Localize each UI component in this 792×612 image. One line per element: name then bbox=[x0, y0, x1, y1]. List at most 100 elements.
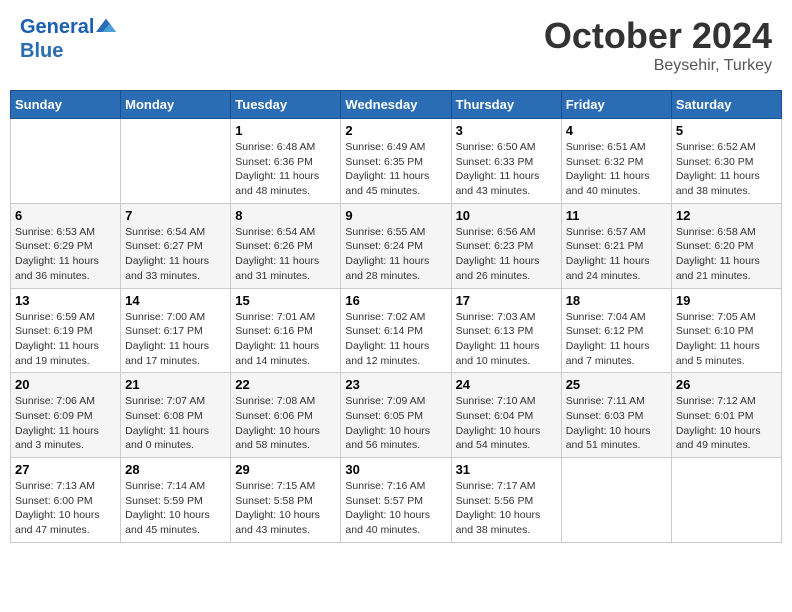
day-number: 8 bbox=[235, 208, 336, 223]
week-row-3: 13 Sunrise: 6:59 AM Sunset: 6:19 PM Dayli… bbox=[11, 288, 782, 373]
day-info: Sunrise: 7:17 AM Sunset: 5:56 PM Dayligh… bbox=[456, 479, 557, 538]
day-number: 28 bbox=[125, 462, 226, 477]
day-info: Sunrise: 7:07 AM Sunset: 6:08 PM Dayligh… bbox=[125, 394, 226, 453]
calendar-table: SundayMondayTuesdayWednesdayThursdayFrid… bbox=[10, 90, 782, 543]
calendar-cell bbox=[561, 458, 671, 543]
calendar-cell bbox=[671, 458, 781, 543]
calendar-cell: 20Sunrise: 7:06 AM Sunset: 6:09 PM Dayli… bbox=[11, 373, 121, 458]
calendar-cell: 21Sunrise: 7:07 AM Sunset: 6:08 PM Dayli… bbox=[121, 373, 231, 458]
week-row-1: 1 Sunrise: 6:48 AM Sunset: 6:36 PM Daylig… bbox=[11, 119, 782, 204]
calendar-cell: 30 Sunrise: 7:16 AM Sunset: 5:57 PM Dayli… bbox=[341, 458, 451, 543]
week-row-5: 27 Sunrise: 7:13 AM Sunset: 6:00 PM Dayli… bbox=[11, 458, 782, 543]
week-row-4: 20Sunrise: 7:06 AM Sunset: 6:09 PM Dayli… bbox=[11, 373, 782, 458]
day-number: 5 bbox=[676, 123, 777, 138]
day-number: 11 bbox=[566, 208, 667, 223]
logo-blue: Blue bbox=[20, 39, 116, 63]
calendar-cell: 27 Sunrise: 7:13 AM Sunset: 6:00 PM Dayli… bbox=[11, 458, 121, 543]
day-info: Sunrise: 6:58 AM Sunset: 6:20 PM Dayligh… bbox=[676, 225, 777, 284]
day-info: Sunrise: 7:13 AM Sunset: 6:00 PM Dayligh… bbox=[15, 479, 116, 538]
calendar-cell: 15 Sunrise: 7:01 AM Sunset: 6:16 PM Dayli… bbox=[231, 288, 341, 373]
week-row-2: 6Sunrise: 6:53 AM Sunset: 6:29 PM Daylig… bbox=[11, 203, 782, 288]
day-info: Sunrise: 7:10 AM Sunset: 6:04 PM Dayligh… bbox=[456, 394, 557, 453]
calendar-cell: 18 Sunrise: 7:04 AM Sunset: 6:12 PM Dayli… bbox=[561, 288, 671, 373]
calendar-cell: 13 Sunrise: 6:59 AM Sunset: 6:19 PM Dayli… bbox=[11, 288, 121, 373]
day-number: 16 bbox=[345, 293, 446, 308]
day-number: 6 bbox=[15, 208, 116, 223]
weekday-header-wednesday: Wednesday bbox=[341, 91, 451, 119]
calendar-cell: 4 Sunrise: 6:51 AM Sunset: 6:32 PM Daylig… bbox=[561, 119, 671, 204]
day-number: 30 bbox=[345, 462, 446, 477]
day-info: Sunrise: 6:50 AM Sunset: 6:33 PM Dayligh… bbox=[456, 140, 557, 199]
day-info: Sunrise: 6:49 AM Sunset: 6:35 PM Dayligh… bbox=[345, 140, 446, 199]
calendar-cell: 2 Sunrise: 6:49 AM Sunset: 6:35 PM Daylig… bbox=[341, 119, 451, 204]
month-title: October 2024 bbox=[544, 15, 772, 57]
calendar-cell: 23 Sunrise: 7:09 AM Sunset: 6:05 PM Dayli… bbox=[341, 373, 451, 458]
day-number: 15 bbox=[235, 293, 336, 308]
logo-text: General bbox=[20, 15, 94, 39]
day-info: Sunrise: 7:15 AM Sunset: 5:58 PM Dayligh… bbox=[235, 479, 336, 538]
calendar-cell: 28 Sunrise: 7:14 AM Sunset: 5:59 PM Dayli… bbox=[121, 458, 231, 543]
calendar-cell: 11 Sunrise: 6:57 AM Sunset: 6:21 PM Dayli… bbox=[561, 203, 671, 288]
day-info: Sunrise: 7:09 AM Sunset: 6:05 PM Dayligh… bbox=[345, 394, 446, 453]
day-number: 2 bbox=[345, 123, 446, 138]
calendar-cell: 14Sunrise: 7:00 AM Sunset: 6:17 PM Dayli… bbox=[121, 288, 231, 373]
calendar-cell: 9Sunrise: 6:55 AM Sunset: 6:24 PM Daylig… bbox=[341, 203, 451, 288]
day-number: 25 bbox=[566, 377, 667, 392]
calendar-cell: 8Sunrise: 6:54 AM Sunset: 6:26 PM Daylig… bbox=[231, 203, 341, 288]
calendar-cell: 19 Sunrise: 7:05 AM Sunset: 6:10 PM Dayli… bbox=[671, 288, 781, 373]
calendar-cell: 5 Sunrise: 6:52 AM Sunset: 6:30 PM Daylig… bbox=[671, 119, 781, 204]
calendar-cell: 29 Sunrise: 7:15 AM Sunset: 5:58 PM Dayli… bbox=[231, 458, 341, 543]
day-info: Sunrise: 7:11 AM Sunset: 6:03 PM Dayligh… bbox=[566, 394, 667, 453]
day-number: 19 bbox=[676, 293, 777, 308]
day-info: Sunrise: 7:14 AM Sunset: 5:59 PM Dayligh… bbox=[125, 479, 226, 538]
day-number: 13 bbox=[15, 293, 116, 308]
day-number: 3 bbox=[456, 123, 557, 138]
weekday-header-sunday: Sunday bbox=[11, 91, 121, 119]
day-info: Sunrise: 7:16 AM Sunset: 5:57 PM Dayligh… bbox=[345, 479, 446, 538]
day-info: Sunrise: 7:04 AM Sunset: 6:12 PM Dayligh… bbox=[566, 310, 667, 369]
day-number: 23 bbox=[345, 377, 446, 392]
title-block: October 2024 Beysehir, Turkey bbox=[544, 15, 772, 75]
calendar-cell: 10Sunrise: 6:56 AM Sunset: 6:23 PM Dayli… bbox=[451, 203, 561, 288]
calendar-cell bbox=[11, 119, 121, 204]
day-info: Sunrise: 7:00 AM Sunset: 6:17 PM Dayligh… bbox=[125, 310, 226, 369]
calendar-cell: 31Sunrise: 7:17 AM Sunset: 5:56 PM Dayli… bbox=[451, 458, 561, 543]
calendar-cell: 7 Sunrise: 6:54 AM Sunset: 6:27 PM Daylig… bbox=[121, 203, 231, 288]
day-number: 7 bbox=[125, 208, 226, 223]
day-number: 22 bbox=[235, 377, 336, 392]
calendar-cell bbox=[121, 119, 231, 204]
day-info: Sunrise: 7:02 AM Sunset: 6:14 PM Dayligh… bbox=[345, 310, 446, 369]
weekday-header-monday: Monday bbox=[121, 91, 231, 119]
day-info: Sunrise: 6:57 AM Sunset: 6:21 PM Dayligh… bbox=[566, 225, 667, 284]
calendar-cell: 26Sunrise: 7:12 AM Sunset: 6:01 PM Dayli… bbox=[671, 373, 781, 458]
weekday-header-tuesday: Tuesday bbox=[231, 91, 341, 119]
day-number: 9 bbox=[345, 208, 446, 223]
calendar-cell: 6Sunrise: 6:53 AM Sunset: 6:29 PM Daylig… bbox=[11, 203, 121, 288]
location: Beysehir, Turkey bbox=[544, 57, 772, 75]
day-number: 1 bbox=[235, 123, 336, 138]
day-number: 24 bbox=[456, 377, 557, 392]
logo-icon bbox=[96, 17, 116, 37]
day-info: Sunrise: 7:03 AM Sunset: 6:13 PM Dayligh… bbox=[456, 310, 557, 369]
day-info: Sunrise: 6:52 AM Sunset: 6:30 PM Dayligh… bbox=[676, 140, 777, 199]
day-number: 4 bbox=[566, 123, 667, 138]
day-number: 17 bbox=[456, 293, 557, 308]
weekday-header-row: SundayMondayTuesdayWednesdayThursdayFrid… bbox=[11, 91, 782, 119]
calendar-cell: 25 Sunrise: 7:11 AM Sunset: 6:03 PM Dayli… bbox=[561, 373, 671, 458]
day-number: 12 bbox=[676, 208, 777, 223]
day-number: 27 bbox=[15, 462, 116, 477]
day-info: Sunrise: 6:48 AM Sunset: 6:36 PM Dayligh… bbox=[235, 140, 336, 199]
day-number: 29 bbox=[235, 462, 336, 477]
day-number: 18 bbox=[566, 293, 667, 308]
calendar-cell: 16 Sunrise: 7:02 AM Sunset: 6:14 PM Dayli… bbox=[341, 288, 451, 373]
weekday-header-thursday: Thursday bbox=[451, 91, 561, 119]
day-number: 26 bbox=[676, 377, 777, 392]
logo: General Blue bbox=[20, 15, 116, 63]
day-info: Sunrise: 7:06 AM Sunset: 6:09 PM Dayligh… bbox=[15, 394, 116, 453]
day-info: Sunrise: 6:51 AM Sunset: 6:32 PM Dayligh… bbox=[566, 140, 667, 199]
day-info: Sunrise: 7:05 AM Sunset: 6:10 PM Dayligh… bbox=[676, 310, 777, 369]
day-info: Sunrise: 6:59 AM Sunset: 6:19 PM Dayligh… bbox=[15, 310, 116, 369]
weekday-header-friday: Friday bbox=[561, 91, 671, 119]
day-info: Sunrise: 6:54 AM Sunset: 6:27 PM Dayligh… bbox=[125, 225, 226, 284]
day-info: Sunrise: 7:01 AM Sunset: 6:16 PM Dayligh… bbox=[235, 310, 336, 369]
